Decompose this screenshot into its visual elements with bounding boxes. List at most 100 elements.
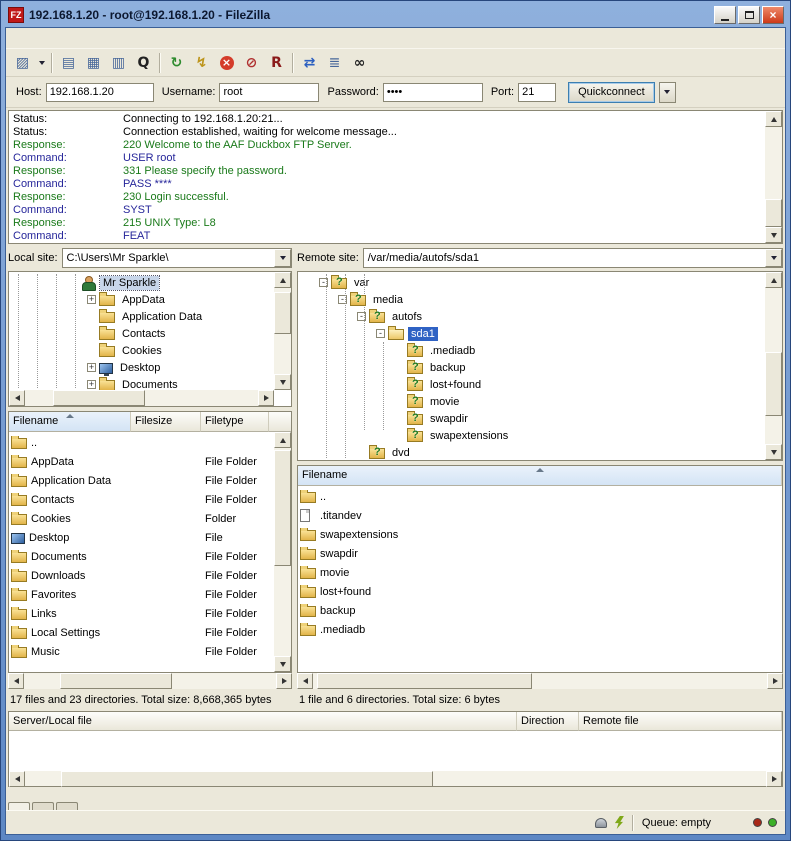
menu-view[interactable]	[36, 35, 50, 41]
column-header-direction[interactable]: Direction	[517, 712, 579, 731]
.mediadb[interactable]: .mediadb	[298, 620, 782, 639]
scrollbar-thumb[interactable]	[765, 352, 782, 416]
Links[interactable]: Links File Folder	[9, 604, 274, 623]
tab-queued-files[interactable]	[8, 802, 30, 810]
site-manager-button[interactable]: ▨	[10, 52, 35, 74]
tree-item[interactable]: Application Data	[9, 308, 273, 325]
tree-item[interactable]: .mediadb	[298, 342, 764, 359]
scroll-up-button[interactable]	[274, 272, 291, 288]
menu-file[interactable]	[8, 35, 22, 41]
menu-edit[interactable]	[22, 35, 36, 41]
local-tree-vscrollbar[interactable]	[274, 272, 291, 390]
Favorites[interactable]: Favorites File Folder	[9, 585, 274, 604]
Local Settings[interactable]: Local Settings File Folder	[9, 623, 274, 642]
AppData[interactable]: AppData File Folder	[9, 452, 274, 471]
tree-item[interactable]: swapdir	[298, 410, 764, 427]
scroll-left-button[interactable]	[9, 390, 25, 406]
Music[interactable]: Music File Folder	[9, 642, 274, 661]
directory-comparison-button[interactable]: ⇄	[297, 52, 322, 74]
quickconnect-button[interactable]: Quickconnect	[568, 82, 655, 103]
column-header-filename[interactable]: Filename	[298, 466, 782, 486]
remote-list-hscrollbar[interactable]	[297, 673, 783, 689]
close-button[interactable]: ×	[762, 6, 784, 24]
minimize-button[interactable]	[714, 6, 736, 24]
tab-failed-transfers[interactable]	[32, 802, 54, 810]
local-site-dropdown-button[interactable]	[274, 249, 291, 267]
scrollbar-thumb[interactable]	[53, 390, 145, 406]
scroll-right-button[interactable]	[766, 771, 782, 787]
scrollbar-thumb[interactable]	[60, 673, 172, 689]
swapdir[interactable]: swapdir	[298, 544, 782, 563]
scroll-left-button[interactable]	[297, 673, 313, 689]
Downloads[interactable]: Downloads File Folder	[9, 566, 274, 585]
quickconnect-dropdown-button[interactable]	[659, 82, 676, 103]
scrollbar-thumb[interactable]	[317, 673, 532, 689]
message-log-scrollbar[interactable]	[765, 111, 782, 243]
Documents[interactable]: Documents File Folder	[9, 547, 274, 566]
lost+found[interactable]: lost+found	[298, 582, 782, 601]
Contacts[interactable]: Contacts File Folder	[9, 490, 274, 509]
menu-server[interactable]	[64, 35, 78, 41]
menu-transfer[interactable]	[50, 35, 64, 41]
tree-item[interactable]: + Desktop	[9, 359, 273, 376]
tree-item[interactable]: backup	[298, 359, 764, 376]
scroll-right-button[interactable]	[276, 673, 292, 689]
host-input[interactable]	[46, 83, 154, 102]
backup[interactable]: backup	[298, 601, 782, 620]
column-header-server-local-file[interactable]: Server/Local file	[9, 712, 517, 731]
scroll-down-button[interactable]	[274, 656, 291, 672]
tree-item[interactable]: Cookies	[9, 342, 273, 359]
expander-toggle[interactable]: +	[87, 363, 96, 372]
expander-toggle[interactable]: +	[87, 295, 96, 304]
expander-toggle[interactable]: +	[87, 380, 96, 389]
tree-item[interactable]: - sda1	[298, 325, 764, 342]
tree-item[interactable]: - var	[298, 274, 764, 291]
expander-toggle[interactable]: -	[376, 329, 385, 338]
column-header-filename[interactable]: Filename	[9, 412, 131, 432]
Cookies[interactable]: Cookies Folder	[9, 509, 274, 528]
Desktop[interactable]: Desktop File	[9, 528, 274, 547]
site-manager-dropdown-button[interactable]	[35, 52, 48, 74]
local-list-hscrollbar[interactable]	[8, 673, 292, 689]
toggle-remote-tree-button[interactable]: ▥	[106, 52, 131, 74]
scroll-up-button[interactable]	[274, 432, 291, 448]
local-list-vscrollbar[interactable]	[274, 432, 291, 672]
reconnect-button[interactable]: R	[264, 52, 289, 74]
scrollbar-thumb[interactable]	[274, 450, 291, 566]
..[interactable]: ..	[298, 487, 782, 506]
scroll-up-button[interactable]	[765, 272, 782, 288]
column-header-remote-file[interactable]: Remote file	[579, 712, 782, 731]
tab-successful-transfers[interactable]	[56, 802, 78, 810]
Application Data[interactable]: Application Data File Folder	[9, 471, 274, 490]
username-input[interactable]	[219, 83, 319, 102]
password-input[interactable]	[383, 83, 483, 102]
scroll-left-button[interactable]	[8, 673, 24, 689]
disconnect-button[interactable]: ⊘	[239, 52, 264, 74]
scrollbar-thumb[interactable]	[61, 771, 433, 787]
tree-item[interactable]: swapextensions	[298, 427, 764, 444]
synchronized-browsing-button[interactable]: ≣	[322, 52, 347, 74]
tree-item[interactable]: - media	[298, 291, 764, 308]
remote-site-combobox[interactable]: /var/media/autofs/sda1	[363, 248, 783, 268]
local-site-combobox[interactable]: C:\Users\Mr Sparkle\	[62, 248, 292, 268]
tree-item[interactable]: lost+found	[298, 376, 764, 393]
tree-item[interactable]: Mr Sparkle	[9, 274, 273, 291]
port-input[interactable]	[518, 83, 556, 102]
cancel-operation-button[interactable]: ×	[214, 52, 239, 74]
column-header-filetype[interactable]: Filetype	[201, 412, 269, 432]
toggle-local-tree-button[interactable]: ▦	[81, 52, 106, 74]
scroll-right-button[interactable]	[767, 673, 783, 689]
tree-item[interactable]: - autofs	[298, 308, 764, 325]
scroll-down-button[interactable]	[765, 444, 782, 460]
scroll-left-button[interactable]	[9, 771, 25, 787]
tree-item[interactable]: movie	[298, 393, 764, 410]
local-tree-hscrollbar[interactable]	[9, 390, 274, 406]
tree-item[interactable]: Contacts	[9, 325, 273, 342]
swapextensions[interactable]: swapextensions	[298, 525, 782, 544]
scroll-down-button[interactable]	[274, 374, 291, 390]
movie[interactable]: movie	[298, 563, 782, 582]
remote-tree-vscrollbar[interactable]	[765, 272, 782, 460]
column-header-filesize[interactable]: Filesize	[131, 412, 201, 432]
menu-bookmarks[interactable]	[78, 35, 92, 41]
menu-new-version[interactable]	[106, 35, 120, 41]
